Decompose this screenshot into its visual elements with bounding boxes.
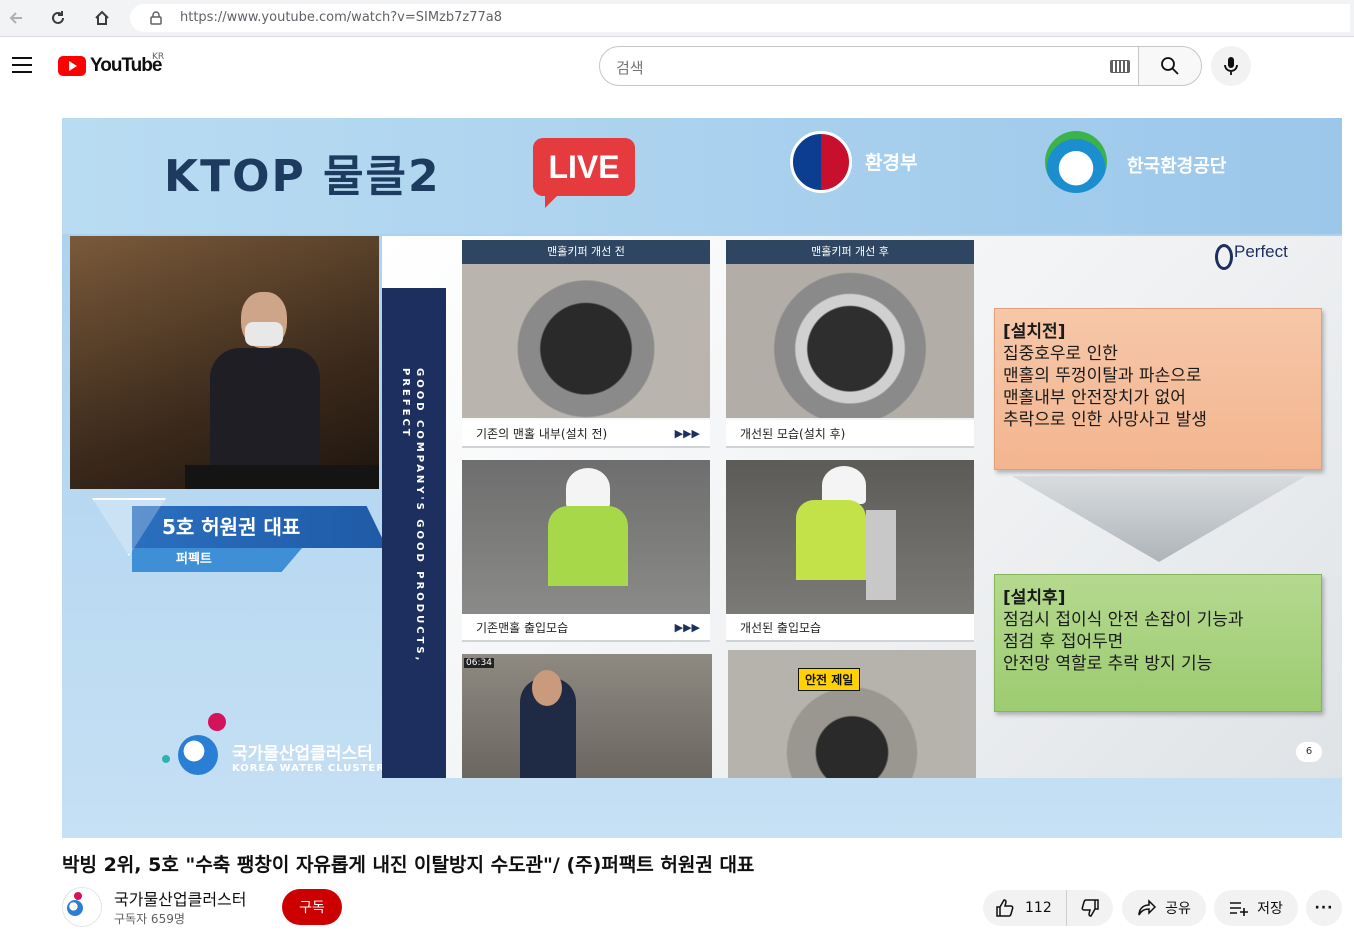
slide-page-number: 6	[1296, 742, 1322, 762]
cluster-name: 국가물산업클러스터	[232, 744, 373, 764]
caption-after-entry: 개선된 출입모습	[726, 614, 974, 642]
search-button[interactable]	[1138, 46, 1202, 86]
after-title: [설치후]	[1003, 588, 1066, 608]
youtube-logo[interactable]: YouTube	[58, 55, 162, 77]
before-installation-box: [설치전] 집중호우로 인한 맨홀의 뚜껑이탈과 파손으로 맨홀내부 안전장치가…	[994, 308, 1322, 470]
youtube-header: YouTube KR 검색	[0, 38, 1354, 94]
speaker-camera-feed	[70, 236, 379, 489]
after-line: 안전망 역할로 추락 방지 기능	[1003, 654, 1213, 674]
brand-name: Perfect	[1234, 242, 1288, 261]
ministry-name: 환경부	[865, 152, 918, 174]
corporation-name: 한국환경공단	[1127, 156, 1227, 177]
after-installation-box: [설치후] 점검시 접이식 안전 손잡이 기능과 점검 후 접어두면 안전망 역…	[994, 574, 1322, 712]
keyboard-icon[interactable]	[1110, 60, 1130, 73]
sidebar-company: PREFECT	[400, 368, 411, 439]
perfect-logo-icon	[1215, 244, 1233, 270]
news-timestamp: 06:34	[464, 658, 494, 668]
search-icon	[1161, 57, 1179, 75]
save-label: 저장	[1257, 901, 1283, 917]
thumbs-down-icon	[1081, 899, 1099, 917]
channel-avatar[interactable]	[62, 887, 102, 927]
caption-after-inside: 개선된 모습(설치 후)	[726, 420, 974, 448]
photo-before-entry: 기존맨홀 출입모습 ▶▶▶	[462, 460, 710, 644]
video-title: 박빙 2위, 5호 "수축 팽창이 자유롭게 내진 이탈방지 수도관"/ (주)…	[62, 854, 755, 876]
photo-safety-sign: 안전 제일	[728, 650, 976, 778]
region-code: KR	[152, 52, 165, 62]
before-title: [설치전]	[1003, 322, 1066, 342]
browser-toolbar: https://www.youtube.com/watch?v=SIMzb7z7…	[0, 0, 1354, 37]
safety-sign-text: 안전 제일	[798, 668, 861, 691]
dislike-button[interactable]	[1067, 890, 1113, 926]
subscribe-button[interactable]: 구독	[282, 889, 342, 925]
sidebar-tagline: GOOD COMPANY'S GOOD PRODUCTS,	[414, 368, 425, 664]
subscriber-count: 구독자 659명	[114, 912, 185, 926]
after-line: 점검 후 접어두면	[1003, 632, 1124, 652]
before-line: 집중호우로 인한	[1003, 344, 1118, 364]
like-dislike-group: 112	[983, 890, 1113, 926]
youtube-play-icon	[58, 56, 86, 76]
speaker-nameplate: 5호 허원권 대표 퍼펙트	[92, 498, 387, 576]
photo-after-inside: 맨홀키퍼 개선 후 개선된 모습(설치 후)	[726, 240, 974, 450]
video-player[interactable]: KTOP 물클2 LIVE 환경부 한국환경공단 5호 허원권 대표 퍼펙트 국…	[62, 118, 1342, 838]
presentation-slide: GOOD COMPANY'S GOOD PRODUCTS, PREFECT 맨홀…	[382, 236, 1342, 778]
menu-icon[interactable]	[12, 57, 32, 73]
more-actions-button[interactable]: ···	[1306, 890, 1342, 926]
search-input[interactable]: 검색	[599, 46, 1139, 86]
url-text: https://www.youtube.com/watch?v=SIMzb7z7…	[180, 10, 503, 25]
down-arrow-graphic	[1012, 476, 1306, 562]
lock-icon	[150, 10, 162, 29]
share-icon	[1138, 899, 1157, 916]
reload-icon[interactable]	[46, 6, 70, 30]
before-line: 추락으로 인한 사망사고 발생	[1003, 410, 1207, 430]
share-button[interactable]: 공유	[1122, 890, 1206, 926]
photo-news-report: 06:34	[462, 654, 712, 778]
cluster-english-name: KOREA WATER CLUSTER	[232, 763, 385, 774]
photo-after-entry: 개선된 출입모습	[726, 460, 974, 644]
voice-search-button[interactable]	[1211, 46, 1251, 86]
speaker-company: 퍼펙트	[132, 548, 302, 572]
live-badge: LIVE	[533, 138, 635, 208]
broadcast-banner: KTOP 물클2 LIVE 환경부 한국환경공단	[62, 118, 1342, 234]
ministry-logo	[790, 131, 852, 193]
address-bar[interactable]: https://www.youtube.com/watch?v=SIMzb7z7…	[130, 4, 1350, 32]
channel-name[interactable]: 국가물산업클러스터	[114, 886, 246, 910]
logo-text: YouTube	[90, 55, 162, 76]
search-placeholder: 검색	[616, 59, 644, 77]
after-line: 점검시 접이식 안전 손잡이 기능과	[1003, 610, 1244, 630]
thumbs-up-icon	[996, 899, 1014, 917]
before-line: 맨홀의 뚜껑이탈과 파손으로	[1003, 366, 1202, 386]
program-title: KTOP 물클2	[164, 151, 441, 202]
save-button[interactable]: 저장	[1214, 890, 1298, 926]
home-icon[interactable]	[90, 6, 114, 30]
microphone-icon	[1224, 57, 1238, 75]
slide-sidebar: GOOD COMPANY'S GOOD PRODUCTS, PREFECT	[382, 288, 446, 778]
photo-header-before: 맨홀키퍼 개선 전	[462, 240, 710, 264]
photo-before-inside: 맨홀키퍼 개선 전 기존의 맨홀 내부(설치 전) ▶▶▶	[462, 240, 710, 450]
caption-before-inside: 기존의 맨홀 내부(설치 전) ▶▶▶	[462, 420, 710, 448]
speaker-title: 5호 허원권 대표	[132, 506, 387, 548]
corporation-logo	[1045, 131, 1107, 193]
like-count: 112	[1025, 900, 1052, 916]
share-label: 공유	[1165, 901, 1191, 917]
before-line: 맨홀내부 안전장치가 없어	[1003, 388, 1186, 408]
photo-header-after: 맨홀키퍼 개선 후	[726, 240, 974, 264]
playlist-add-icon	[1230, 902, 1249, 916]
back-icon[interactable]	[4, 6, 28, 30]
more-icon: ···	[1314, 900, 1334, 916]
like-button[interactable]: 112	[983, 890, 1067, 926]
caption-before-entry: 기존맨홀 출입모습 ▶▶▶	[462, 614, 710, 642]
